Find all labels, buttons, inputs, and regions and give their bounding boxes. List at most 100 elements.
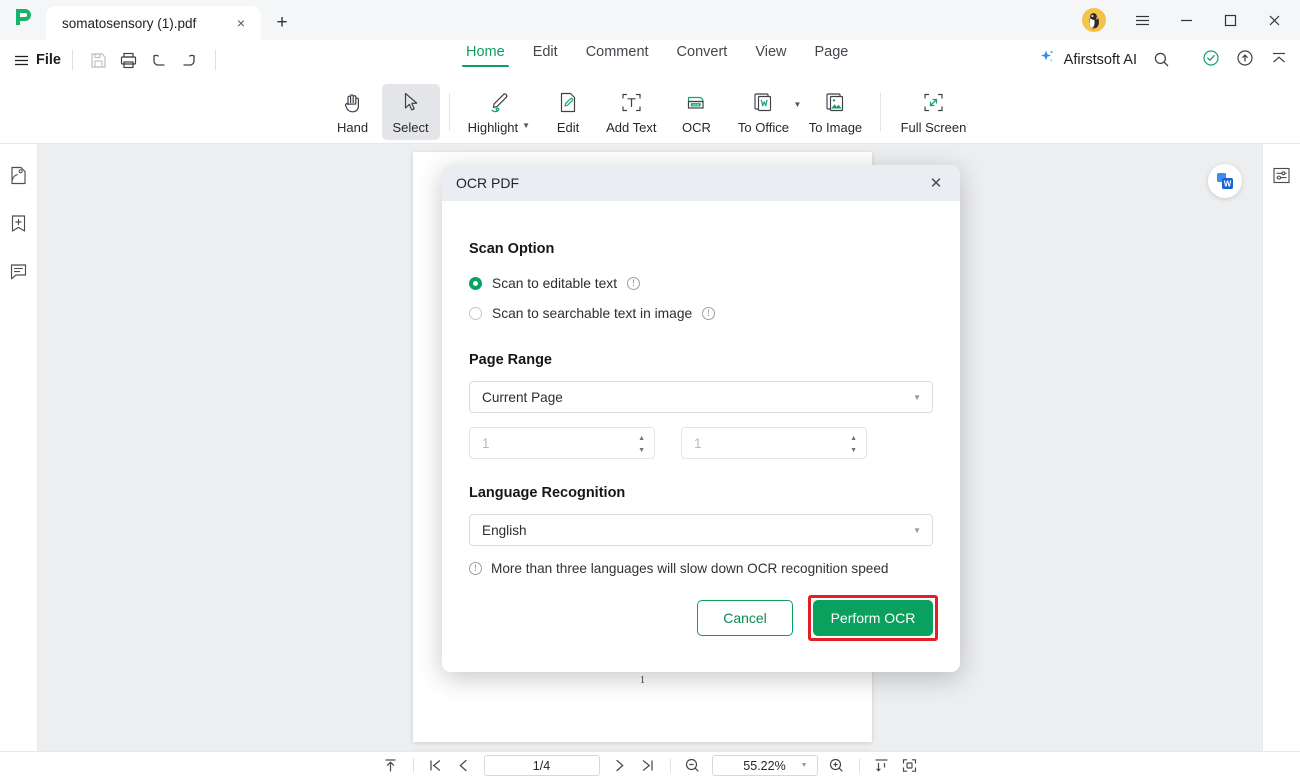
tab-comment[interactable]: Comment <box>572 44 663 67</box>
undo-icon[interactable] <box>144 47 174 73</box>
page-from-value: 1 <box>482 435 490 451</box>
stepper-arrows: ▲ ▼ <box>850 428 857 460</box>
search-icon[interactable] <box>1153 51 1170 68</box>
tab-convert[interactable]: Convert <box>663 44 742 67</box>
last-page-icon[interactable] <box>634 755 662 777</box>
sparkle-icon <box>1038 48 1056 71</box>
app-logo <box>0 0 46 40</box>
tool-full-screen-label: Full Screen <box>900 120 967 135</box>
svg-text:W: W <box>1224 180 1232 189</box>
scroll-to-top-icon[interactable] <box>377 755 405 777</box>
file-menu-button[interactable]: File <box>14 52 61 68</box>
divider <box>412 758 414 773</box>
status-bar: 1/4 55.22% ▼ <box>0 751 1300 779</box>
divider <box>214 50 216 70</box>
tool-full-screen[interactable]: Full Screen <box>890 84 976 140</box>
to-word-icon <box>751 89 776 115</box>
thumbnail-page-icon[interactable] <box>6 162 32 188</box>
zoom-in-icon[interactable] <box>823 755 851 777</box>
print-icon[interactable] <box>114 47 144 73</box>
tool-select-label: Select <box>392 120 429 135</box>
page-range-value: Current Page <box>482 389 563 405</box>
tab-view[interactable]: View <box>741 44 800 67</box>
next-page-icon[interactable] <box>606 755 634 777</box>
right-sidebar <box>1262 144 1300 751</box>
tool-add-text[interactable]: Add Text <box>597 84 665 140</box>
zoom-level-select[interactable]: 55.22% ▼ <box>711 755 818 776</box>
info-icon[interactable]: ! <box>702 306 716 320</box>
stepper-up-icon[interactable]: ▲ <box>850 435 857 442</box>
title-bar: somatosensory (1).pdf × + <box>0 0 1300 40</box>
fit-width-icon[interactable] <box>868 755 896 777</box>
hamburger-menu-icon[interactable] <box>1120 0 1164 40</box>
tool-edit-label: Edit <box>556 120 580 135</box>
cancel-button[interactable]: Cancel <box>697 600 793 636</box>
tool-to-office[interactable]: To Office ▼ <box>727 84 801 140</box>
page-to-stepper[interactable]: 1 ▲ ▼ <box>681 427 867 459</box>
divider <box>858 758 860 773</box>
close-icon[interactable]: × <box>231 13 251 33</box>
comment-list-icon[interactable] <box>6 258 32 284</box>
info-icon[interactable]: ! <box>627 276 641 290</box>
language-select[interactable]: English ▼ <box>469 514 933 546</box>
tool-to-image[interactable]: To Image <box>799 84 871 140</box>
chevron-down-icon[interactable]: ▼ <box>801 762 808 769</box>
tab-view-label: View <box>755 44 787 60</box>
ai-assistant-label[interactable]: Afirstsoft AI <box>1064 52 1137 68</box>
ocr-pdf-dialog: OCR PDF ✕ Scan Option Scan to editable t… <box>442 165 960 672</box>
chevron-down-icon[interactable]: ▼ <box>522 121 530 130</box>
prev-page-icon[interactable] <box>450 755 478 777</box>
close-icon[interactable]: ✕ <box>926 174 946 192</box>
minimize-button[interactable] <box>1164 0 1208 40</box>
full-screen-icon <box>921 89 946 115</box>
cloud-upload-icon[interactable] <box>1230 44 1260 72</box>
document-tab[interactable]: somatosensory (1).pdf × <box>46 6 261 40</box>
fit-page-icon[interactable] <box>896 755 924 777</box>
properties-panel-icon[interactable] <box>1269 162 1295 188</box>
new-tab-button[interactable]: + <box>265 6 299 40</box>
redo-icon[interactable] <box>174 47 204 73</box>
tool-select[interactable]: Select <box>381 83 440 140</box>
radio-button-selected[interactable] <box>469 276 482 290</box>
chevron-down-icon[interactable]: ▼ <box>913 393 921 402</box>
avatar[interactable] <box>1082 8 1106 32</box>
page-range-select[interactable]: Current Page ▼ <box>469 381 933 413</box>
window-controls <box>1082 0 1300 40</box>
tool-ocr[interactable]: OCR OCR <box>665 84 727 140</box>
file-label: File <box>36 52 61 68</box>
save-icon[interactable] <box>84 47 114 73</box>
window-close-button[interactable] <box>1252 0 1296 40</box>
tool-highlight[interactable]: Highlight ▼ <box>459 84 540 140</box>
tab-edit-label: Edit <box>532 44 558 60</box>
main-toolbar: Hand Select Highlight ▼ Edit Add Text OC… <box>0 80 1300 224</box>
tab-title: somatosensory (1).pdf <box>62 15 197 31</box>
bookmark-add-icon[interactable] <box>6 210 32 236</box>
tab-edit[interactable]: Edit <box>519 44 572 67</box>
tab-page[interactable]: Page <box>801 44 863 67</box>
stepper-down-icon[interactable]: ▼ <box>850 447 857 454</box>
hamburger-icon <box>15 55 28 65</box>
first-page-icon[interactable] <box>422 755 450 777</box>
tab-home[interactable]: Home <box>452 44 519 67</box>
convert-to-word-icon[interactable]: W <box>1208 164 1242 198</box>
stepper-up-icon[interactable]: ▲ <box>638 435 645 442</box>
page-to-value: 1 <box>694 435 702 451</box>
perform-ocr-button[interactable]: Perform OCR <box>813 600 933 636</box>
stepper-down-icon[interactable]: ▼ <box>638 447 645 454</box>
radio-scan-editable-text[interactable]: Scan to editable text ! <box>469 270 933 296</box>
radio-scan-searchable-text[interactable]: Scan to searchable text in image ! <box>469 300 933 326</box>
highlighter-pen-icon <box>486 89 511 115</box>
maximize-button[interactable] <box>1208 0 1252 40</box>
zoom-out-icon[interactable] <box>679 755 707 777</box>
tool-hand[interactable]: Hand <box>324 84 382 140</box>
collapse-ribbon-icon[interactable] <box>1264 44 1294 72</box>
check-circle-icon[interactable] <box>1196 44 1226 72</box>
divider <box>448 92 450 131</box>
chevron-down-icon[interactable]: ▼ <box>913 526 921 535</box>
radio-button[interactable] <box>469 306 482 320</box>
page-from-stepper[interactable]: 1 ▲ ▼ <box>469 427 655 459</box>
tool-edit[interactable]: Edit <box>539 84 597 140</box>
language-heading: Language Recognition <box>469 485 626 501</box>
radio-label: Scan to searchable text in image <box>492 305 693 321</box>
page-indicator-input[interactable]: 1/4 <box>483 755 600 776</box>
